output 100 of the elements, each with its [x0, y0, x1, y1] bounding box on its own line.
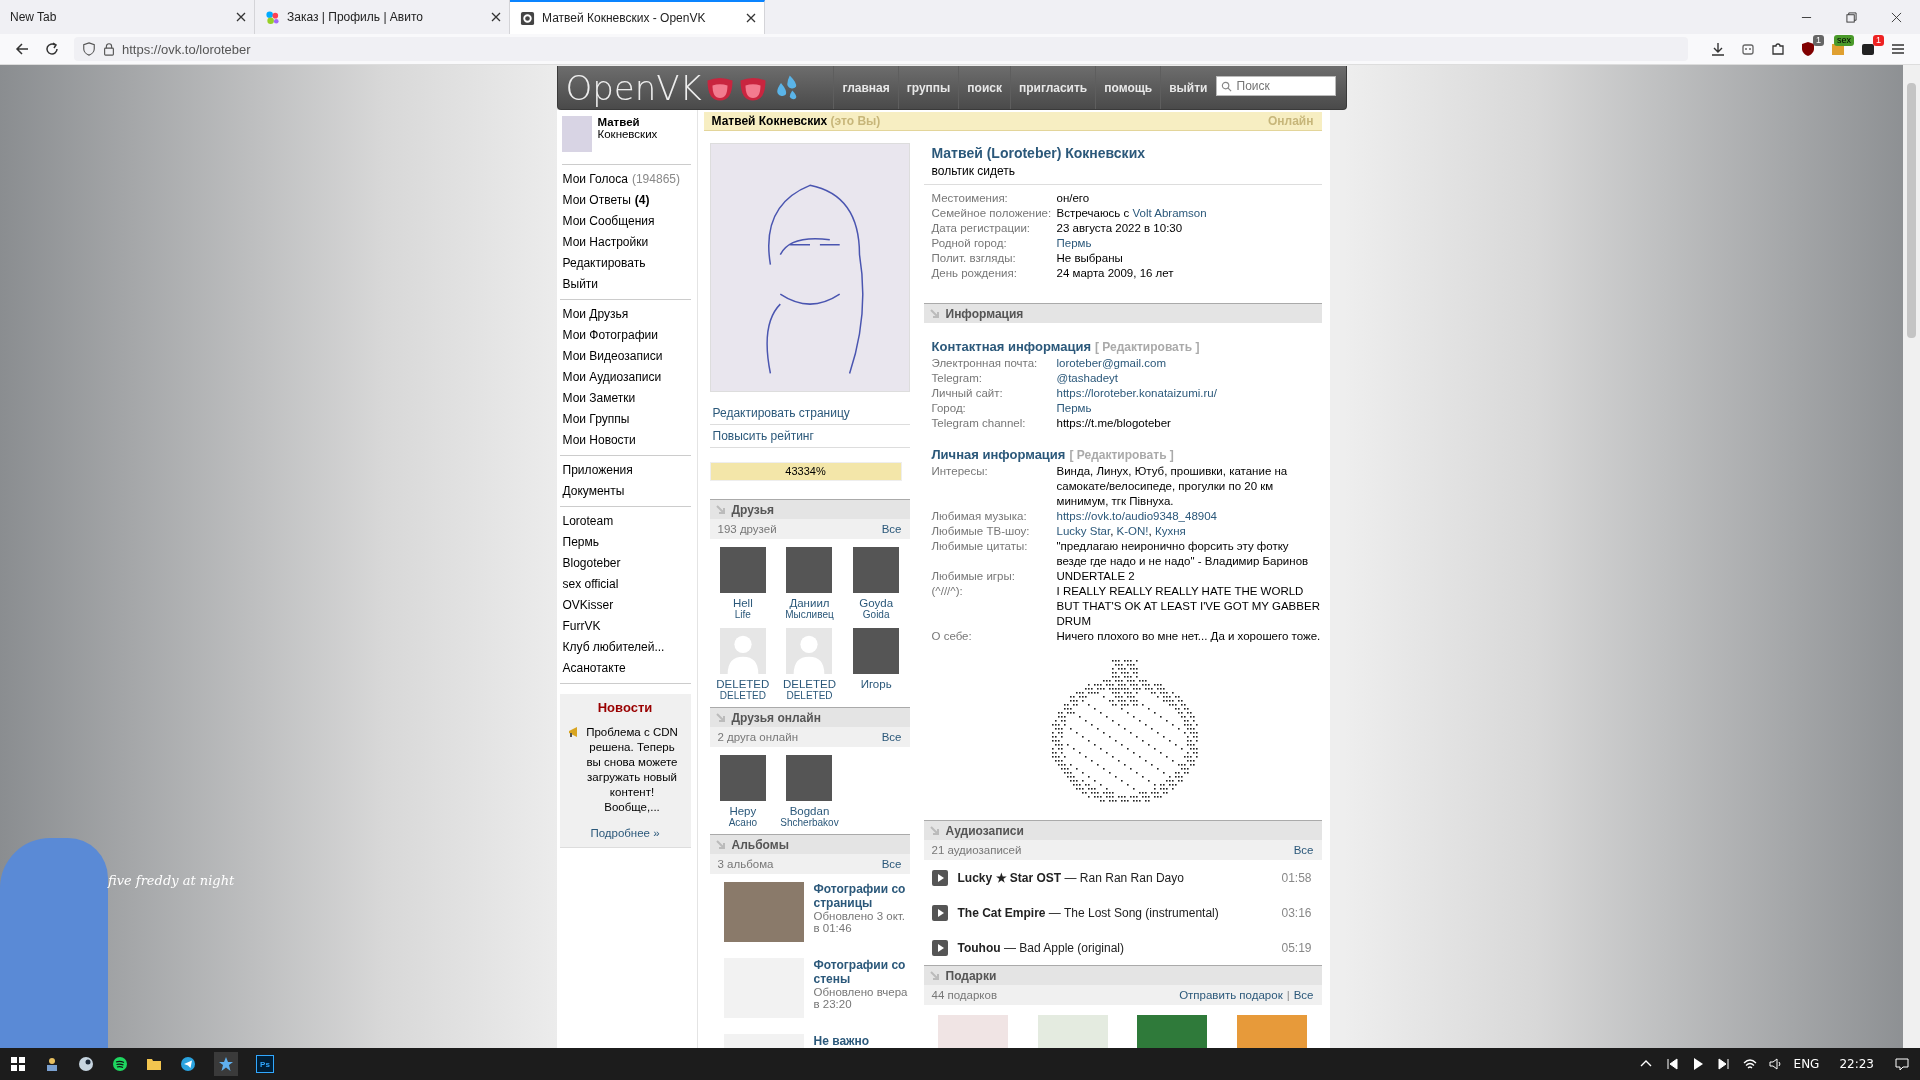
nav-link[interactable]: пригласить: [1010, 66, 1096, 109]
sidebar-menu-item[interactable]: Клуб любителей...: [562, 637, 691, 658]
friend-surname-link[interactable]: Shcherbakov: [780, 817, 839, 828]
profile-link[interactable]: loroteber@gmail.com: [1056, 357, 1166, 369]
profile-link[interactable]: https://ovk.to/audio9348_48904: [1056, 510, 1217, 522]
play-button[interactable]: [931, 869, 948, 886]
profile-link[interactable]: K-ON!: [1116, 525, 1149, 537]
cube-icon[interactable]: [1860, 41, 1876, 57]
profile-link[interactable]: Пермь: [1056, 237, 1092, 249]
profile-link[interactable]: @tashadeyt: [1056, 372, 1119, 384]
music-app-icon[interactable]: [112, 1056, 128, 1072]
friend-photo-placeholder[interactable]: [853, 547, 900, 593]
album-title-link[interactable]: Фотографии со страницы: [813, 882, 910, 910]
all-link[interactable]: Все: [1293, 844, 1314, 856]
sidebar-menu-item[interactable]: Асанотакте: [562, 658, 691, 679]
friend-photo-placeholder[interactable]: [786, 755, 833, 801]
rating-bar[interactable]: 43334%: [709, 462, 902, 481]
site-logo[interactable]: OpenVK: [565, 67, 702, 108]
language-indicator[interactable]: ENG: [1793, 1057, 1820, 1071]
play-button[interactable]: [931, 939, 948, 956]
sidebar-menu-item[interactable]: Мои Друзья: [562, 304, 691, 325]
friend-photo-placeholder[interactable]: [719, 547, 766, 593]
download-icon[interactable]: [1710, 41, 1726, 57]
nav-link[interactable]: группы: [897, 66, 959, 109]
clock[interactable]: 22:23: [1839, 1057, 1874, 1071]
robot-face-icon[interactable]: [1740, 41, 1756, 57]
friend-name-link[interactable]: Hepy: [729, 805, 757, 817]
profile-action-link[interactable]: Редактировать страницу: [709, 402, 910, 425]
friend-surname-link[interactable]: DELETED: [719, 690, 766, 701]
sidebar-menu-item[interactable]: FurrVK: [562, 616, 691, 637]
shield-icon[interactable]: [1800, 41, 1816, 57]
album-title-link[interactable]: Не важно: [813, 1034, 870, 1048]
sidebar-menu-item[interactable]: Мои Новости: [562, 430, 691, 451]
send-gift-link[interactable]: Отправить подарок: [1179, 989, 1283, 1001]
friend-surname-link[interactable]: Асано: [728, 817, 757, 828]
reload-icon[interactable]: [44, 41, 60, 57]
friend-name-link[interactable]: DELETED: [782, 678, 836, 690]
close-icon[interactable]: [491, 12, 501, 22]
close-icon[interactable]: [1891, 11, 1902, 23]
paper-plane-icon[interactable]: [180, 1056, 196, 1072]
nav-link[interactable]: выйти: [1160, 66, 1216, 109]
profile-link[interactable]: Пермь: [1056, 402, 1092, 414]
person-icon[interactable]: [44, 1056, 60, 1072]
close-icon[interactable]: [746, 13, 756, 23]
sidebar-menu-item[interactable]: Blogoteber: [562, 553, 691, 574]
profile-link[interactable]: Lucky Star: [1056, 525, 1111, 537]
sidebar-menu-item[interactable]: Loroteam: [562, 511, 691, 532]
play-button[interactable]: [931, 904, 948, 921]
news-more-link[interactable]: Подробнее »: [590, 827, 660, 839]
nav-link[interactable]: помощь: [1095, 66, 1161, 109]
sidebar-menu-item[interactable]: Пермь: [562, 532, 691, 553]
profile-link[interactable]: https://loroteber.konataizumi.ru/: [1056, 387, 1217, 399]
friend-surname-link[interactable]: Life: [734, 609, 751, 620]
scrollbar[interactable]: [1903, 65, 1920, 1048]
puzzle-icon[interactable]: [1770, 41, 1786, 57]
star-app-icon[interactable]: [214, 1052, 238, 1076]
friend-name-link[interactable]: Bogdan: [789, 805, 830, 817]
all-link[interactable]: Все: [881, 731, 902, 743]
all-link[interactable]: Все: [881, 523, 902, 535]
album-title-link[interactable]: Фотографии со стены: [813, 958, 910, 986]
profile-link[interactable]: Volt Abramson: [1132, 207, 1207, 219]
user-first-name[interactable]: Матвей: [597, 116, 658, 128]
folder-icon[interactable]: [146, 1056, 162, 1072]
user-last-name[interactable]: Кокневских: [597, 128, 658, 140]
back-arrow-icon[interactable]: [14, 41, 30, 57]
address-field[interactable]: https://ovk.to/loroteber: [74, 37, 1688, 61]
sidebar-menu-item[interactable]: Выйти: [562, 274, 691, 295]
friend-photo-placeholder[interactable]: [853, 628, 900, 674]
friend-photo-placeholder[interactable]: [786, 547, 833, 593]
menu-icon[interactable]: [1890, 41, 1906, 57]
scrollbar-thumb[interactable]: [1907, 83, 1916, 338]
next-track-icon[interactable]: [1715, 1056, 1732, 1072]
sidebar-menu-item[interactable]: Мои Аудиозаписи: [562, 367, 691, 388]
sidebar-menu-item[interactable]: sex official: [562, 574, 691, 595]
photo-editor-icon[interactable]: Ps: [256, 1055, 274, 1073]
nav-link[interactable]: главная: [833, 66, 898, 109]
friend-name-link[interactable]: DELETED: [716, 678, 770, 690]
sidebar-menu-item[interactable]: Приложения: [562, 460, 691, 481]
sidebar-menu-item[interactable]: Мои Голоса (194865): [562, 169, 691, 190]
notification-icon[interactable]: [1894, 1056, 1910, 1072]
sidebar-menu-item[interactable]: Мои Ответы (4): [562, 190, 691, 211]
friend-name-link[interactable]: Даниил: [789, 597, 830, 609]
restore-icon[interactable]: [1846, 11, 1857, 23]
sidebar-menu-item[interactable]: Мои Заметки: [562, 388, 691, 409]
sidebar-menu-item[interactable]: Мои Фотографии: [562, 325, 691, 346]
all-link[interactable]: Все: [1293, 989, 1314, 1001]
friend-photo-placeholder[interactable]: [719, 755, 766, 801]
friend-name-link[interactable]: Hell: [732, 597, 753, 609]
sidebar-menu-item[interactable]: Мои Группы: [562, 409, 691, 430]
all-link[interactable]: Все: [881, 858, 902, 870]
friend-name-link[interactable]: Игорь: [860, 678, 892, 690]
friend-surname-link[interactable]: DELETED: [786, 690, 833, 701]
profile-action-link[interactable]: Повысить рейтинг: [709, 425, 910, 448]
sidebar-menu-item[interactable]: Мои Видеозаписи: [562, 346, 691, 367]
close-icon[interactable]: [236, 12, 246, 22]
sidebar-menu-item[interactable]: Редактировать: [562, 253, 691, 274]
nav-link[interactable]: поиск: [958, 66, 1010, 109]
profile-link[interactable]: Кухня: [1154, 525, 1186, 537]
speaker-icon[interactable]: [1767, 1056, 1784, 1072]
sidebar-menu-item[interactable]: Документы: [562, 481, 691, 502]
